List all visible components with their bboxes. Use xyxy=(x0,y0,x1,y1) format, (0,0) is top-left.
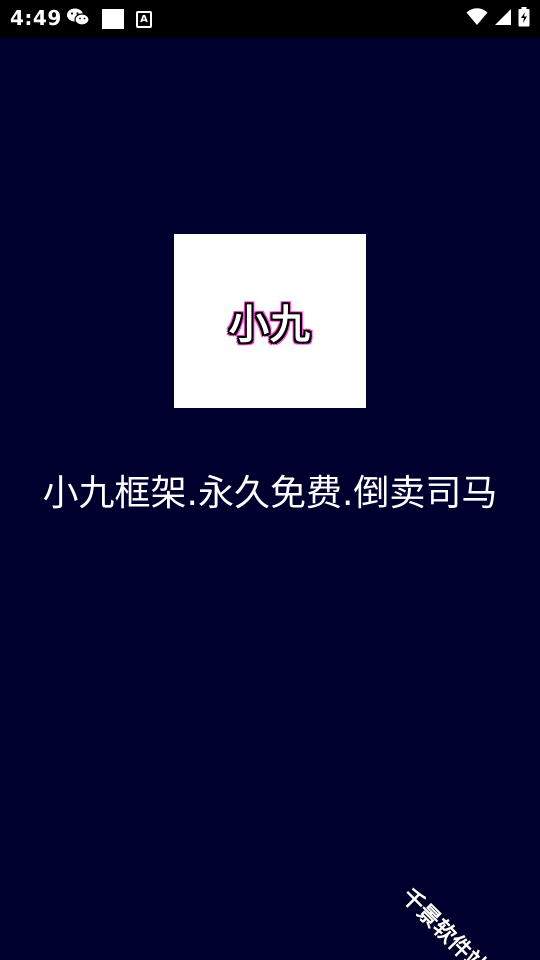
a-keyboard-icon: A xyxy=(136,10,152,28)
status-time: 4:49 xyxy=(10,6,62,30)
wechat-icon xyxy=(66,7,90,31)
status-bar: 4:49 A xyxy=(0,0,540,38)
status-right-icons xyxy=(466,7,530,31)
logo-text: 小九 xyxy=(229,302,311,348)
app-logo: 小九 xyxy=(174,234,366,408)
square-notification-icon xyxy=(102,9,124,29)
splash-screen: 4:49 A 小九 小九框架.永久免费.倒卖司马 千景软件站 xyxy=(0,0,540,960)
slogan-text: 小九框架.永久免费.倒卖司马 xyxy=(42,473,498,514)
battery-charging-icon xyxy=(518,7,530,31)
wifi-icon xyxy=(466,8,488,30)
cell-signal-icon xyxy=(494,8,512,30)
watermark-text: 千景软件站 xyxy=(396,884,492,960)
status-left-icons: A xyxy=(66,8,152,30)
